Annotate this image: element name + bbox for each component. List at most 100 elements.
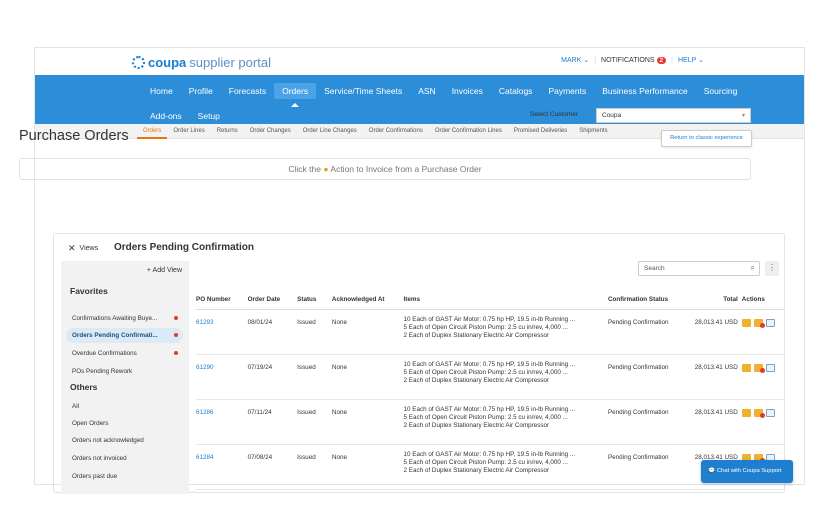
subnav-tab-orders[interactable]: Orders <box>137 124 168 139</box>
total-cell: 28,013.41 USD <box>689 399 742 445</box>
table-row: 61286 07/11/24 Issued None 10 Each of GAST A… <box>196 399 784 445</box>
actions-group <box>741 408 780 418</box>
subnav-tab-order-lines[interactable]: Order Lines <box>167 124 210 139</box>
po-number-link[interactable]: 61284 <box>196 454 214 461</box>
user-menu[interactable]: MARK ⌄ <box>561 56 589 64</box>
views-sidebar: + Add View Favorites Confirmations Await… <box>61 261 189 494</box>
nav-item-setup[interactable]: Setup <box>190 108 228 124</box>
nav-item-asn[interactable]: ASN <box>410 83 443 99</box>
sidebar-view-item[interactable]: Open Orders <box>66 416 183 431</box>
confirmation-status-cell: Pending Confirmation <box>607 444 690 490</box>
sidebar-view-item[interactable]: Confirmations Awaiting Buye... <box>66 311 183 326</box>
confirmation-status-cell: Pending Confirmation <box>607 309 690 355</box>
acknowledged-at-cell: None <box>331 444 404 490</box>
divider: | <box>594 56 597 64</box>
subnav-tab-shipments[interactable]: Shipments <box>573 124 613 139</box>
print-icon[interactable] <box>765 318 775 327</box>
subnav-tab-order-line-changes[interactable]: Order Line Changes <box>297 124 363 139</box>
confirmation-status-cell: Pending Confirmation <box>607 399 690 445</box>
chevron-down-icon: ▾ <box>741 113 745 119</box>
acknowledged-at-cell: None <box>331 309 404 355</box>
actions-cell <box>741 399 784 445</box>
customer-select[interactable]: Coupa ▾ <box>596 108 751 123</box>
user-nav: MARK ⌄ | NOTIFICATIONS 2 | HELP ⌄ <box>561 56 704 64</box>
po-number-cell: 61284 <box>196 444 248 490</box>
print-icon[interactable] <box>765 408 775 417</box>
create-credit-note-icon[interactable] <box>753 363 765 373</box>
invoice-coins-icon: ● <box>323 164 329 174</box>
invoice-hint-banner: Click the ● Action to Invoice from a Pur… <box>19 158 751 180</box>
table-row: 61290 07/19/24 Issued None 10 Each of GAST A… <box>196 354 784 400</box>
item-line: 5 Each of Open Circuit Piston Pump: 2.5 … <box>403 413 568 421</box>
subnav-tab-returns[interactable]: Returns <box>211 124 244 139</box>
nav-item-orders[interactable]: Orders <box>274 83 317 107</box>
column-header-items: Items <box>403 290 608 310</box>
sidebar-view-label: Overdue Confirmations <box>72 350 137 357</box>
order-date-cell: 07/08/24 <box>247 444 298 490</box>
chevron-down-icon: ⌄ <box>583 57 590 64</box>
close-icon: ✕ <box>68 243 76 253</box>
nav-item-home[interactable]: Home <box>142 83 181 99</box>
nav-item-catalogs[interactable]: Catalogs <box>491 83 541 99</box>
help-menu[interactable]: HELP ⌄ <box>678 56 704 64</box>
more-options-icon[interactable]: ⋮ <box>765 261 779 276</box>
nav-item-payments[interactable]: Payments <box>540 83 594 99</box>
subnav-tab-order-confirmations[interactable]: Order Confirmations <box>363 124 429 139</box>
po-number-cell: 61290 <box>196 354 248 400</box>
search-input[interactable]: Search ⌕ <box>638 261 760 276</box>
create-invoice-icon[interactable] <box>741 363 751 372</box>
sidebar-view-item[interactable]: POs Pending Rework <box>66 364 183 379</box>
nav-item-invoices[interactable]: Invoices <box>444 83 491 99</box>
create-credit-note-icon[interactable] <box>753 408 765 418</box>
acknowledged-at-cell: None <box>331 399 404 445</box>
chat-label: Chat with Coupa Support <box>716 468 782 474</box>
column-header-actions: Actions <box>741 290 784 310</box>
nav-item-add-ons[interactable]: Add-ons <box>142 108 190 124</box>
actions-group <box>741 363 780 373</box>
return-to-classic-button[interactable]: Return to classic experience <box>661 130 752 147</box>
subnav-tab-order-confirmation-lines[interactable]: Order Confirmation Lines <box>429 124 508 139</box>
sidebar-view-item[interactable]: All <box>66 399 183 414</box>
notifications-menu[interactable]: NOTIFICATIONS 2 <box>601 56 667 64</box>
po-number-link[interactable]: 61290 <box>196 364 214 371</box>
search-placeholder: Search <box>644 265 665 272</box>
sidebar-view-item[interactable]: Overdue Confirmations <box>66 346 183 361</box>
create-invoice-icon[interactable] <box>741 318 751 327</box>
create-credit-note-icon[interactable] <box>753 318 765 328</box>
order-date-cell: 07/11/24 <box>247 399 298 445</box>
sidebar-view-item[interactable]: Orders not invoiced <box>66 451 183 466</box>
sidebar-view-item[interactable]: Orders past due <box>66 469 183 484</box>
actions-group <box>741 318 780 328</box>
banner-text-start: Click the <box>288 164 321 174</box>
sidebar-view-label: POs Pending Rework <box>72 368 133 375</box>
nav-item-service-time-sheets[interactable]: Service/Time Sheets <box>316 83 410 99</box>
sidebar-view-label: Confirmations Awaiting Buye... <box>72 315 158 322</box>
subnav-tab-promised-deliveries[interactable]: Promised Deliveries <box>508 124 573 139</box>
views-label: Views <box>79 245 99 252</box>
create-invoice-icon[interactable] <box>741 408 751 417</box>
nav-item-sourcing[interactable]: Sourcing <box>696 83 746 99</box>
item-line: 10 Each of GAST Air Motor: 0.75 hp HP, 1… <box>403 315 576 323</box>
column-header-order-date: Order Date <box>247 290 298 310</box>
search-icon[interactable]: ⌕ <box>751 263 755 273</box>
coupa-logo[interactable]: coupa supplier portal <box>132 55 271 70</box>
actions-cell <box>741 309 784 355</box>
po-number-link[interactable]: 61293 <box>196 319 214 326</box>
add-view-button[interactable]: + Add View <box>147 267 182 274</box>
views-toggle[interactable]: ✕ Views <box>68 243 98 254</box>
nav-item-forecasts[interactable]: Forecasts <box>221 83 274 99</box>
subnav-tab-order-changes[interactable]: Order Changes <box>244 124 297 139</box>
table-row: 61293 08/01/24 Issued None 10 Each of GAST A… <box>196 309 784 355</box>
alert-dot-icon <box>174 351 178 355</box>
print-icon[interactable] <box>765 363 775 372</box>
sidebar-view-item[interactable]: Orders not acknowledged <box>66 433 183 448</box>
column-header-po-number: PO Number <box>196 290 248 310</box>
notifications-badge: 2 <box>656 56 667 64</box>
po-number-link[interactable]: 61286 <box>196 409 214 416</box>
purchase-orders-table: PO Number Order Date Status Acknowledged At… <box>196 290 784 490</box>
nav-item-profile[interactable]: Profile <box>181 83 221 99</box>
sidebar-view-item[interactable]: Orders Pending Confirmati... <box>66 328 183 343</box>
nav-item-business-performance[interactable]: Business Performance <box>594 83 696 99</box>
po-number-cell: 61286 <box>196 399 248 445</box>
chat-support-button[interactable]: 💬 Chat with Coupa Support <box>701 460 793 483</box>
